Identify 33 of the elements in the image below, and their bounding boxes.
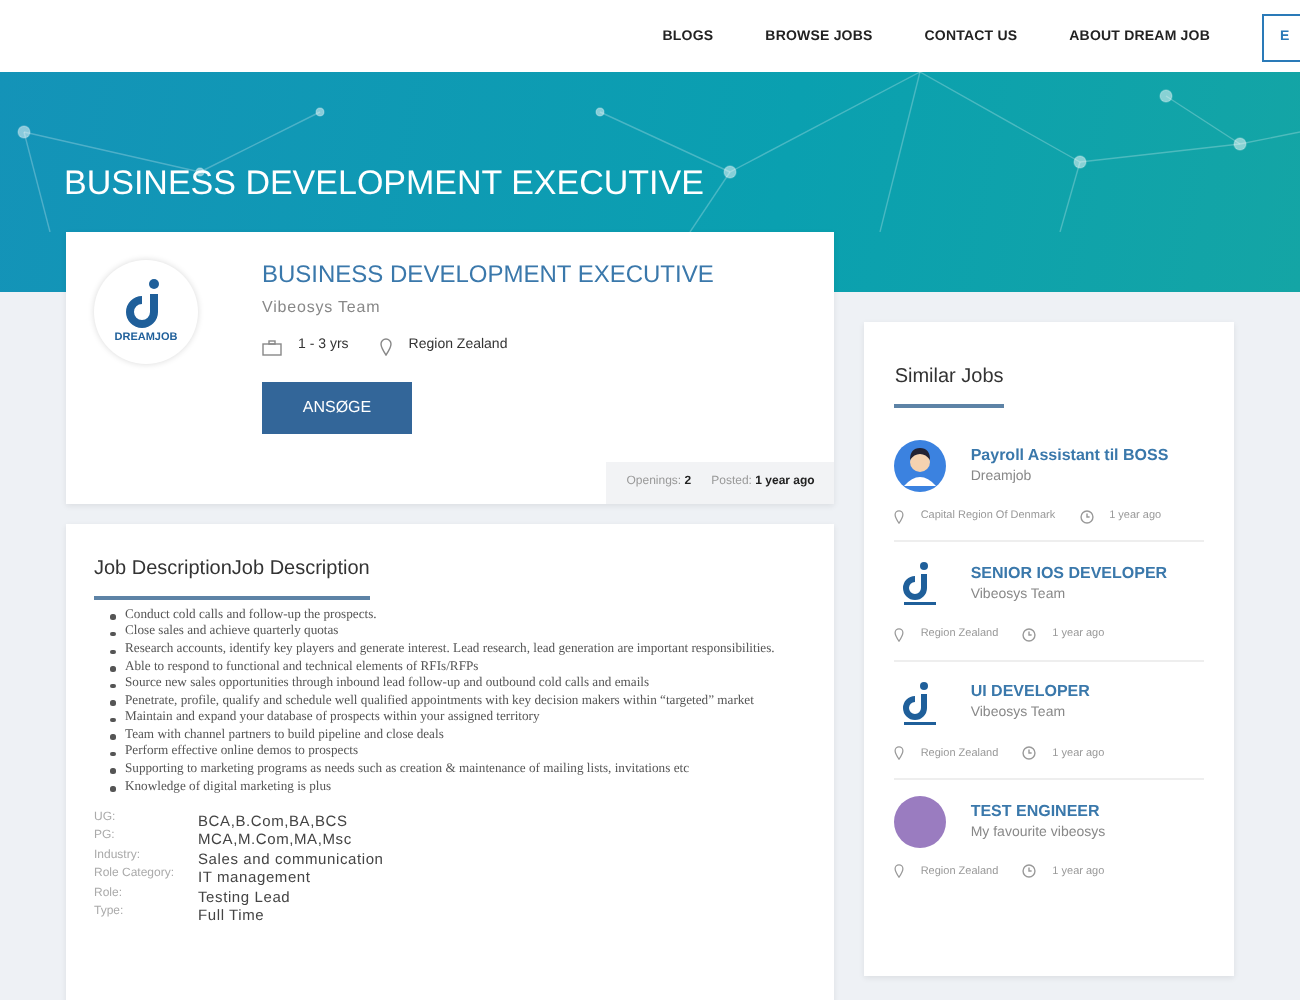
person-avatar-icon [894,440,947,492]
bullet-icon [110,734,115,740]
bullet-icon [110,717,115,723]
bullet-icon [110,768,115,774]
clock-icon [1079,509,1094,524]
bullet-icon [110,786,115,792]
location-pin-icon [894,864,905,879]
job-link[interactable]: Payroll Assistant til BOSS [970,443,1169,468]
section-heading: Job DescriptionJob Description [94,557,370,580]
photo-placeholder [894,795,947,848]
job-title[interactable]: BUSINESS DEVELOPMENT EXECUTIVE [262,260,714,289]
bullet-icon [110,751,115,757]
apply-button[interactable]: ANSØGE [262,381,412,434]
bullet-icon [110,614,115,620]
clock-icon [1022,627,1037,642]
clock-icon [1022,864,1037,879]
job-link[interactable]: UI DEVELOPER [970,680,1090,705]
bullet-icon [110,631,115,637]
location-pin-icon [380,338,393,357]
briefcase-icon [262,339,282,356]
bullet-icon [110,649,115,655]
clock-icon [1022,746,1037,761]
company-name: Vibeosys Team [262,296,383,321]
location-pin-icon [894,509,905,524]
bullet-icon [110,683,115,689]
bullet-icon [110,700,115,706]
section-heading: Similar Jobs [894,366,1004,388]
location-pin-icon [894,627,905,642]
location-pin-icon [894,746,905,761]
job-link[interactable]: SENIOR IOS DEVELOPER [970,562,1168,586]
bullet-icon [110,666,115,672]
job-link[interactable]: TEST ENGINEER [970,799,1106,823]
page-title: BUSINESS DEVELOPMENT EXECUTIVE [64,164,704,205]
